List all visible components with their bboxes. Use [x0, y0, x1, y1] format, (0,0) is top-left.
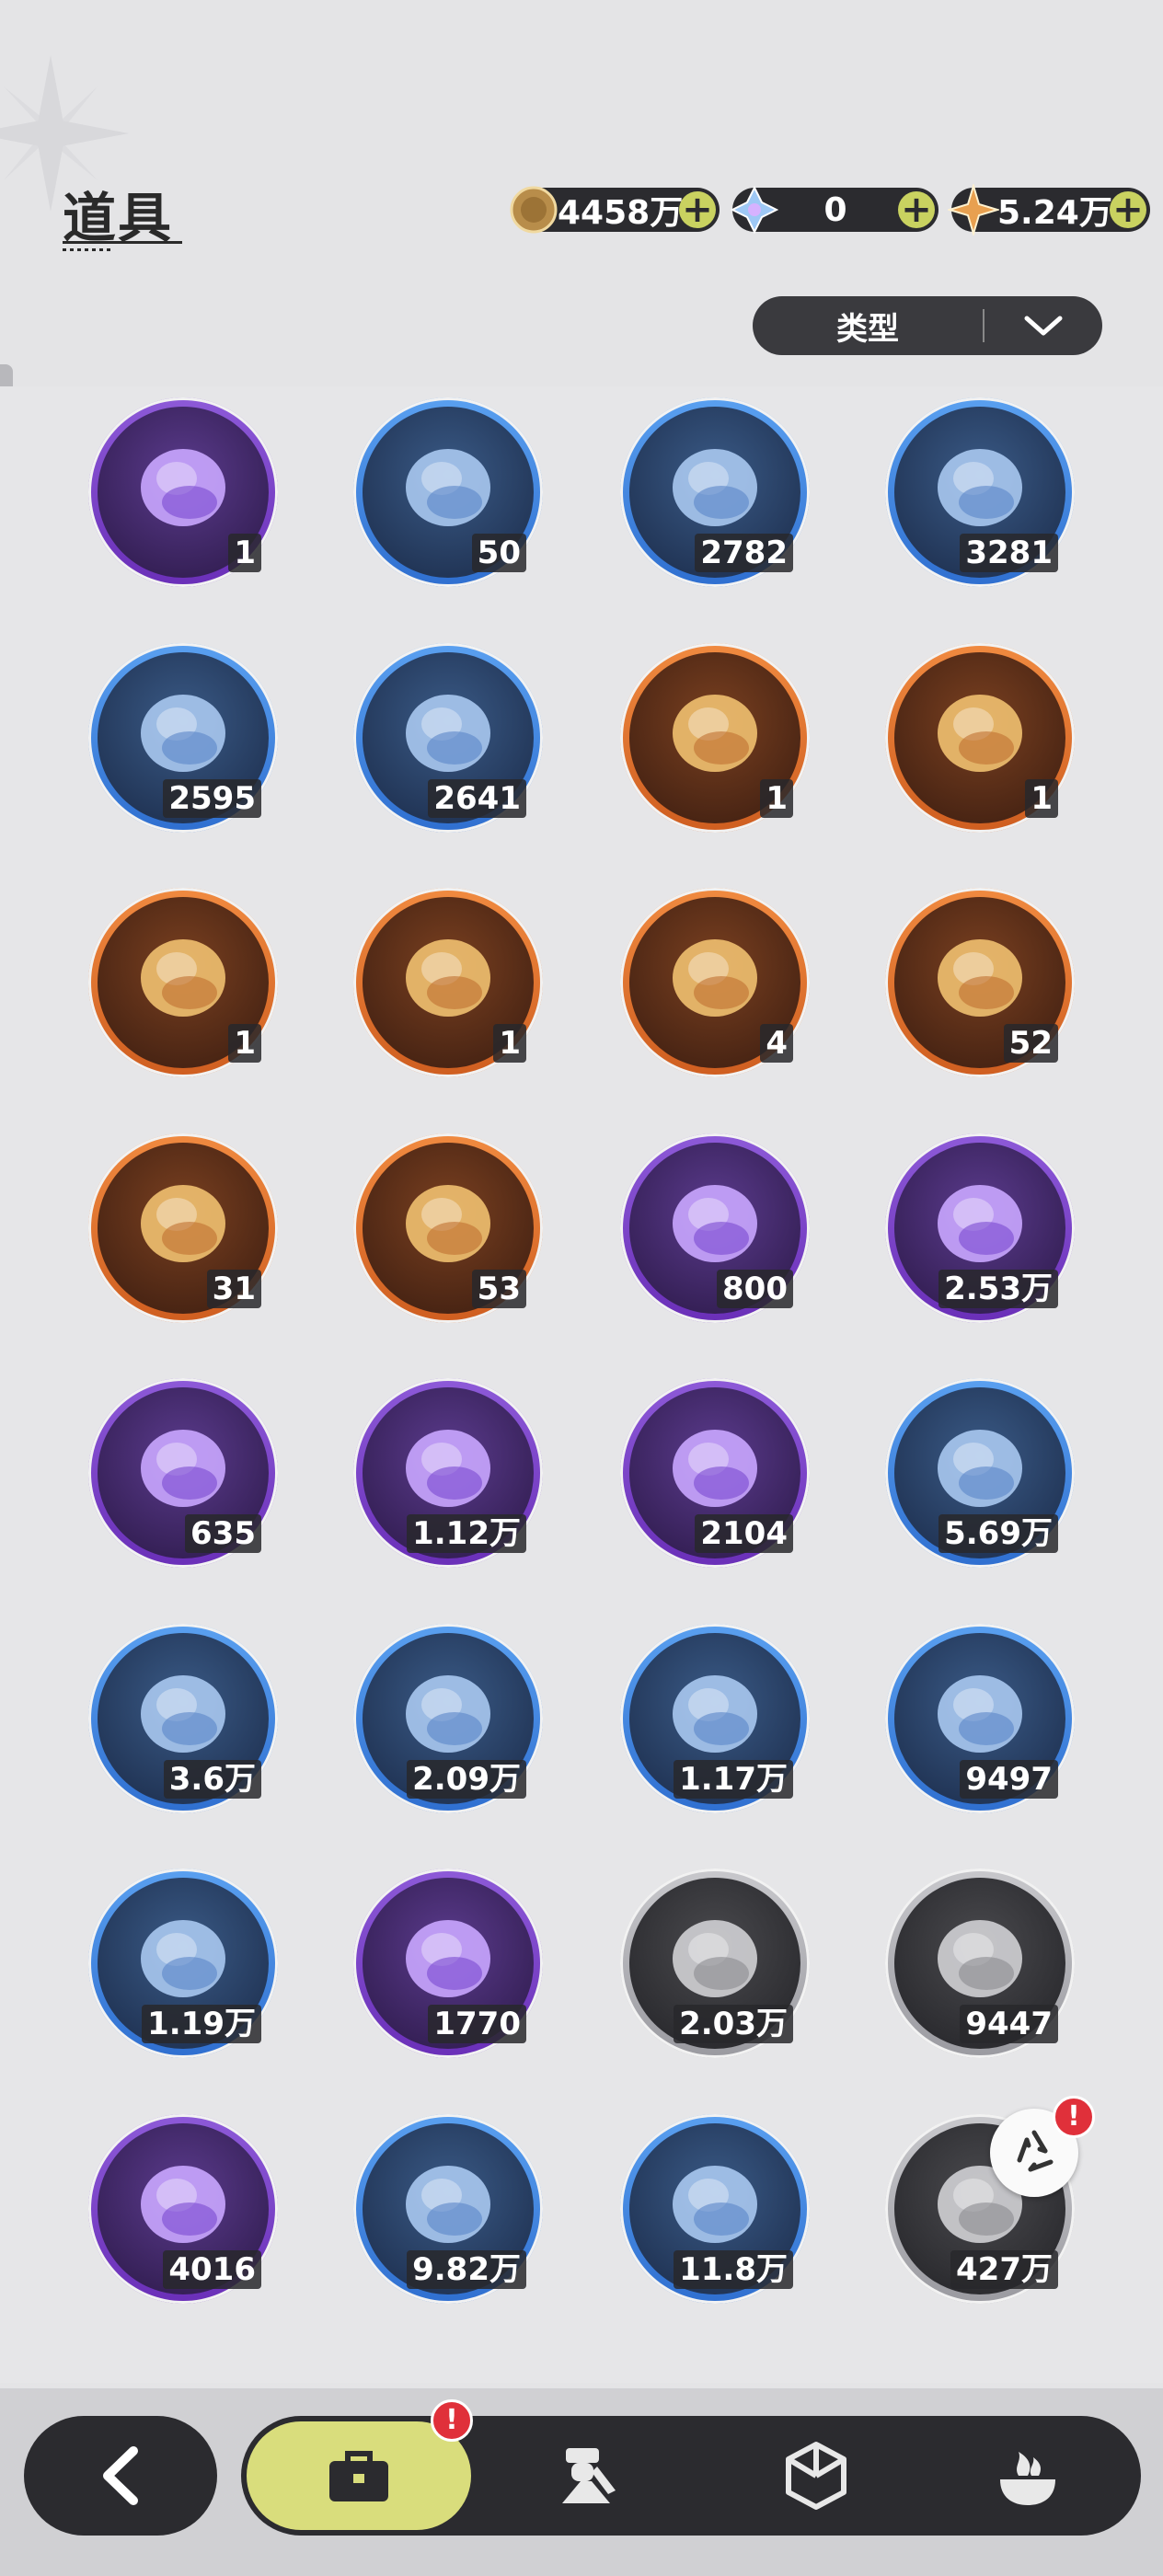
item-count: 1 — [1025, 778, 1058, 818]
item-count: 2.53万 — [938, 1269, 1058, 1308]
inventory-item[interactable]: 9497 — [885, 1623, 1075, 1813]
type-filter-label: 类型 — [836, 310, 899, 348]
item-count: 9.82万 — [407, 2249, 526, 2289]
inventory-item[interactable]: 1 — [353, 888, 543, 1077]
star-shard-icon — [948, 184, 999, 236]
cooking-icon — [1000, 2452, 1055, 2505]
item-count: 1 — [228, 1024, 261, 1063]
item-count: 3281 — [960, 534, 1058, 572]
hexagon-icon — [786, 2442, 846, 2510]
inventory-item[interactable]: 635 — [88, 1378, 278, 1568]
inventory-item[interactable]: 1.12万 — [353, 1378, 543, 1568]
item-count: 9447 — [960, 2005, 1058, 2043]
bag-tab-alert-badge: ! — [431, 2399, 473, 2442]
inventory-item[interactable]: 2595 — [88, 642, 278, 833]
coin-icon — [510, 186, 558, 234]
tab-hexagon[interactable] — [701, 2416, 931, 2536]
bag-icon — [329, 2451, 388, 2501]
inventory-item[interactable]: 9447 — [885, 1869, 1075, 2058]
item-count: 800 — [717, 1269, 793, 1308]
tab-cooking[interactable] — [913, 2416, 1143, 2536]
inventory-item[interactable]: 2641 — [353, 642, 543, 833]
inventory-item[interactable]: 4016 — [88, 2113, 278, 2304]
title-dots — [63, 248, 114, 251]
item-count: 31 — [206, 1269, 261, 1308]
chevron-down-icon — [985, 313, 1102, 339]
item-count: 4 — [760, 1024, 793, 1063]
item-count: 50 — [471, 534, 526, 572]
inventory-item[interactable]: 800 — [620, 1133, 810, 1323]
inventory-item[interactable]: 1 — [88, 397, 278, 587]
item-count: 2641 — [428, 778, 526, 818]
item-count: 2.03万 — [674, 2005, 793, 2043]
inventory-item[interactable]: 2.03万 — [620, 1869, 810, 2058]
currency-bar: 4458万 + 0 + 5.24万 + — [510, 184, 1150, 236]
crystal-icon — [730, 185, 779, 235]
character-icon — [562, 2448, 616, 2503]
inventory-item[interactable]: 2782 — [620, 397, 810, 587]
add-star-shard-button[interactable]: + — [1110, 191, 1146, 228]
back-arrow-icon — [103, 2446, 138, 2505]
tab-character[interactable] — [471, 2416, 701, 2536]
inventory-item[interactable]: 1.17万 — [620, 1623, 810, 1813]
item-count: 1.12万 — [407, 1514, 526, 1553]
item-count: 1.19万 — [142, 2005, 261, 2043]
title-underline — [63, 241, 182, 244]
item-count: 52 — [1003, 1024, 1058, 1063]
item-count: 11.8万 — [674, 2249, 793, 2289]
type-filter-dropdown[interactable]: 类型 — [753, 296, 1102, 355]
item-count: 1 — [760, 778, 793, 818]
currency-crystal: 0 + — [730, 185, 938, 235]
inventory-item[interactable]: 1.19万 — [88, 1869, 278, 2058]
item-count: 53 — [471, 1269, 526, 1308]
recycle-alert-badge: ! — [1053, 2096, 1095, 2138]
inventory-item[interactable]: 1 — [885, 642, 1075, 833]
item-count: 635 — [185, 1514, 261, 1553]
item-count: 1 — [228, 534, 261, 572]
inventory-item[interactable]: 1 — [620, 642, 810, 833]
item-count: 3.6万 — [163, 1759, 261, 1799]
back-button[interactable] — [24, 2416, 217, 2536]
currency-star-shard: 5.24万 + — [948, 184, 1150, 236]
inventory-item[interactable]: 2104 — [620, 1378, 810, 1568]
inventory-item[interactable]: 53 — [353, 1133, 543, 1323]
inventory-item[interactable]: 1 — [88, 888, 278, 1077]
inventory-item[interactable]: 2.53万 — [885, 1133, 1075, 1323]
recycle-icon — [1017, 2130, 1054, 2172]
add-coin-button[interactable]: + — [679, 191, 716, 228]
item-count: 5.69万 — [938, 1514, 1058, 1553]
item-count: 427万 — [950, 2249, 1058, 2289]
inventory-item[interactable]: 1770 — [353, 1869, 543, 2058]
currency-coin: 4458万 + — [510, 186, 720, 234]
bottom-nav-bar — [241, 2416, 1141, 2536]
item-count: 2.09万 — [407, 1759, 526, 1799]
item-grid-panel: 1 50 2782 3281 2595 2641 1 1 1 1 4 52 31 53 800 2.53万 63… — [0, 386, 1163, 2383]
inventory-item[interactable]: 4 — [620, 888, 810, 1077]
item-count: 2104 — [695, 1514, 793, 1553]
inventory-item[interactable]: 52 — [885, 888, 1075, 1077]
inventory-item[interactable]: 11.8万 — [620, 2113, 810, 2304]
item-count: 2782 — [695, 534, 793, 572]
inventory-item[interactable]: 2.09万 — [353, 1623, 543, 1813]
item-count: 9497 — [960, 1759, 1058, 1799]
item-count: 2595 — [163, 778, 261, 818]
inventory-item[interactable]: 3281 — [885, 397, 1075, 587]
item-count: 1.17万 — [674, 1759, 793, 1799]
item-count: 4016 — [163, 2249, 261, 2289]
item-count: 1 — [493, 1024, 526, 1063]
inventory-item[interactable]: 50 — [353, 397, 543, 587]
item-count: 1770 — [428, 2005, 526, 2043]
inventory-item[interactable]: 31 — [88, 1133, 278, 1323]
inventory-item[interactable]: 3.6万 — [88, 1623, 278, 1813]
add-crystal-button[interactable]: + — [898, 191, 935, 228]
inventory-item[interactable]: 5.69万 — [885, 1378, 1075, 1568]
inventory-item[interactable]: 9.82万 — [353, 2113, 543, 2304]
tab-bag[interactable] — [247, 2421, 471, 2530]
